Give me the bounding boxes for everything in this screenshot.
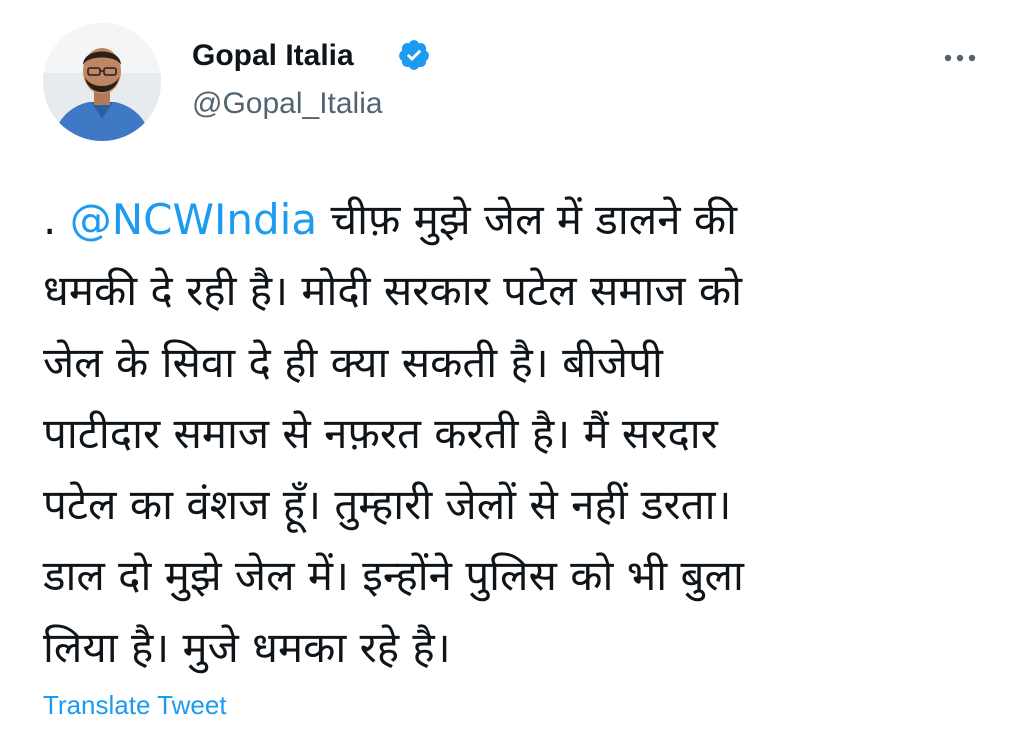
mention-link[interactable]: @NCWIndia <box>70 195 317 244</box>
display-name[interactable]: Gopal Italia <box>192 38 354 74</box>
avatar[interactable] <box>43 23 161 141</box>
tweet-line: धमकी दे रही है। मोदी सरकार पटेल समाज को <box>43 266 743 316</box>
verified-badge-icon <box>397 38 431 72</box>
tweet-line: जेल के सिवा दे ही क्या सकती है। बीजेपी <box>43 337 663 387</box>
tweet-prefix: . <box>43 195 57 244</box>
tweet-line: पटेल का वंशज हूँ। तुम्हारी जेलों से नहीं… <box>43 480 732 530</box>
user-handle[interactable]: @Gopal_Italia <box>192 86 383 122</box>
tweet-line: डाल दो मुझे जेल में। इन्होंने पुलिस को भ… <box>43 551 744 601</box>
tweet-line: लिया है। मुजे धमका रहे है। <box>43 622 451 672</box>
ellipsis-icon <box>944 54 976 62</box>
tweet-text: . @NCWIndia चीफ़ मुझे जेल में डालने की ध… <box>43 184 1003 683</box>
tweet-line-text: चीफ़ मुझे जेल में डालने की <box>330 195 738 244</box>
profile-photo-icon <box>43 23 161 141</box>
tweet-line: पाटीदार समाज से नफ़रत करती है। मैं सरदार <box>43 408 718 458</box>
tweet-line: . @NCWIndia चीफ़ मुझे जेल में डालने की <box>43 184 1003 255</box>
more-options-button[interactable] <box>936 40 984 76</box>
translate-tweet-link[interactable]: Translate Tweet <box>43 689 227 721</box>
